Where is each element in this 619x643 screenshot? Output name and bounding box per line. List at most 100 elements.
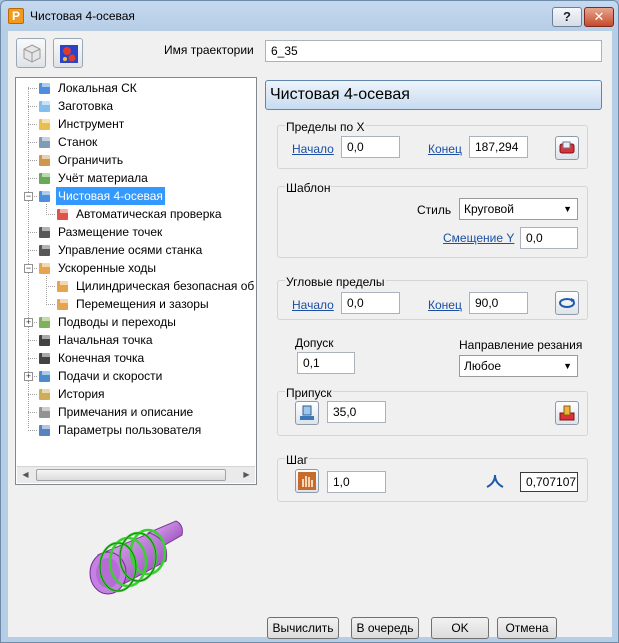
close-button[interactable]: ✕	[584, 7, 614, 27]
tree-item[interactable]: Управление осями станка	[16, 241, 256, 259]
cut-direction-select[interactable]: Любое ▼	[459, 355, 578, 377]
x-start-input[interactable]: 0,0	[341, 136, 400, 158]
collapse-icon[interactable]: −	[24, 192, 33, 201]
angle-start-link[interactable]: Начало	[292, 298, 334, 312]
cancel-button[interactable]: Отмена	[497, 617, 557, 639]
tree-item[interactable]: Размещение точек	[16, 223, 256, 241]
tree-item[interactable]: Инструмент	[16, 115, 256, 133]
tree-line	[28, 430, 37, 431]
tree-item[interactable]: Учёт материала	[16, 169, 256, 187]
window-title: Чистовая 4-осевая	[30, 9, 135, 23]
tree-item[interactable]: − Чистовая 4-осевая	[16, 187, 256, 205]
x-end-link[interactable]: Конец	[428, 142, 462, 156]
tree-item[interactable]: + Подводы и переходы	[16, 313, 256, 331]
cusp-input[interactable]: 0,707107	[520, 472, 578, 492]
tree-line	[28, 340, 37, 341]
tree-item[interactable]: Перемещения и зазоры	[16, 295, 256, 313]
thickness-title: Припуск	[285, 386, 333, 400]
tree-item[interactable]: Конечная точка	[16, 349, 256, 367]
tree-item[interactable]: Станок	[16, 133, 256, 151]
dropdown-arrow-icon: ▼	[563, 361, 572, 371]
angle-limits-button[interactable]	[555, 291, 579, 315]
finishing-4axis-icon	[39, 189, 51, 202]
tree-item[interactable]: Заготовка	[16, 97, 256, 115]
rest-material-icon	[39, 171, 51, 184]
tree-line	[46, 286, 55, 287]
thickness-input[interactable]: 35,0	[327, 401, 386, 423]
calculate-button[interactable]: Вычислить	[267, 617, 339, 639]
tree-item-label: Перемещения и зазоры	[76, 297, 209, 311]
machine-icon	[39, 135, 51, 148]
tree-item[interactable]: Локальная СК	[16, 79, 256, 97]
tree-item-label: Конечная точка	[58, 351, 145, 365]
expand-icon[interactable]: +	[24, 372, 33, 381]
offset-y-input[interactable]: 0,0	[520, 227, 578, 249]
tree-horizontal-scrollbar[interactable]: ◀ ▶	[17, 466, 255, 483]
notes-icon	[39, 405, 51, 418]
expand-icon[interactable]: +	[24, 318, 33, 327]
tree-item-label: Цилиндрическая безопасная об	[76, 279, 255, 293]
tree-item-label: Размещение точек	[58, 225, 163, 239]
pattern-title: Шаблон	[285, 181, 332, 195]
tree-item[interactable]: Автоматическая проверка	[16, 205, 256, 223]
axis-control-icon	[39, 243, 51, 256]
angle-end-input[interactable]: 90,0	[469, 292, 528, 314]
tree-item-label: Чистовая 4-осевая	[56, 187, 165, 205]
tree-item-label: Автоматическая проверка	[76, 207, 222, 221]
tree-item[interactable]: Начальная точка	[16, 331, 256, 349]
tree-item-label: Подачи и скорости	[58, 369, 163, 383]
color-map-icon	[60, 45, 78, 63]
queue-button[interactable]: В очередь	[351, 617, 419, 639]
tool-icon	[39, 117, 51, 130]
collapse-icon[interactable]: −	[24, 264, 33, 273]
scroll-thumb[interactable]	[36, 469, 226, 481]
tree-item[interactable]: + Подачи и скорости	[16, 367, 256, 385]
tree-line	[28, 142, 37, 143]
angle-limits-icon	[559, 298, 575, 308]
x-limits-button[interactable]	[555, 136, 579, 160]
start-point-icon	[39, 333, 51, 346]
tree-item[interactable]: Цилиндрическая безопасная об	[16, 277, 256, 295]
angle-start-input[interactable]: 0,0	[341, 292, 400, 314]
tree-item-label: Станок	[58, 135, 98, 149]
stepover-button[interactable]	[295, 469, 319, 493]
stepover-input[interactable]: 1,0	[327, 471, 386, 493]
tree-item-label: Инструмент	[58, 117, 125, 131]
coordinate-system-icon	[39, 81, 51, 94]
limit-icon	[39, 153, 51, 166]
tree-line	[28, 88, 37, 89]
tree-item-label: Параметры пользователя	[58, 423, 202, 437]
ok-button[interactable]: OK	[431, 617, 489, 639]
tree-line	[28, 178, 37, 179]
x-start-link[interactable]: Начало	[292, 142, 334, 156]
toolpath-preview-image	[89, 520, 183, 595]
scroll-right-icon[interactable]: ▶	[238, 467, 255, 483]
x-end-input[interactable]: 187,294	[469, 136, 528, 158]
thickness-button[interactable]	[295, 401, 319, 425]
help-button[interactable]: ?	[552, 7, 582, 27]
tree-item[interactable]: Примечания и описание	[16, 403, 256, 421]
offset-y-link[interactable]: Смещение Y	[443, 231, 514, 245]
tree-item-label: Управление осями станка	[58, 243, 203, 257]
tolerance-input[interactable]: 0,1	[297, 352, 355, 374]
component-thickness-button[interactable]	[555, 401, 579, 425]
tree-item[interactable]: Параметры пользователя	[16, 421, 256, 439]
app-logo-icon: P	[8, 8, 24, 24]
cube-group-button[interactable]	[16, 38, 46, 68]
tree-line	[28, 232, 37, 233]
toolpath-name-input[interactable]: 6_35	[265, 40, 602, 62]
angle-end-link[interactable]: Конец	[428, 298, 462, 312]
stock-block-icon	[39, 99, 51, 112]
tree-item[interactable]: Ограничить	[16, 151, 256, 169]
style-select[interactable]: Круговой ▼	[459, 198, 578, 220]
scroll-left-icon[interactable]: ◀	[17, 467, 34, 483]
color-map-button[interactable]	[53, 38, 83, 68]
style-select-value: Круговой	[464, 202, 514, 216]
auto-check-icon	[57, 207, 69, 220]
strategy-tree[interactable]: ◀ ▶ Локальная СК Заготовка Инструмент Стано…	[15, 77, 257, 485]
tree-item[interactable]: История	[16, 385, 256, 403]
tree-item-label: Подводы и переходы	[58, 315, 176, 329]
tree-item[interactable]: − Ускоренные ходы	[16, 259, 256, 277]
cut-direction-label: Направление резания	[459, 338, 583, 352]
page-title: Чистовая 4-осевая	[265, 80, 602, 110]
